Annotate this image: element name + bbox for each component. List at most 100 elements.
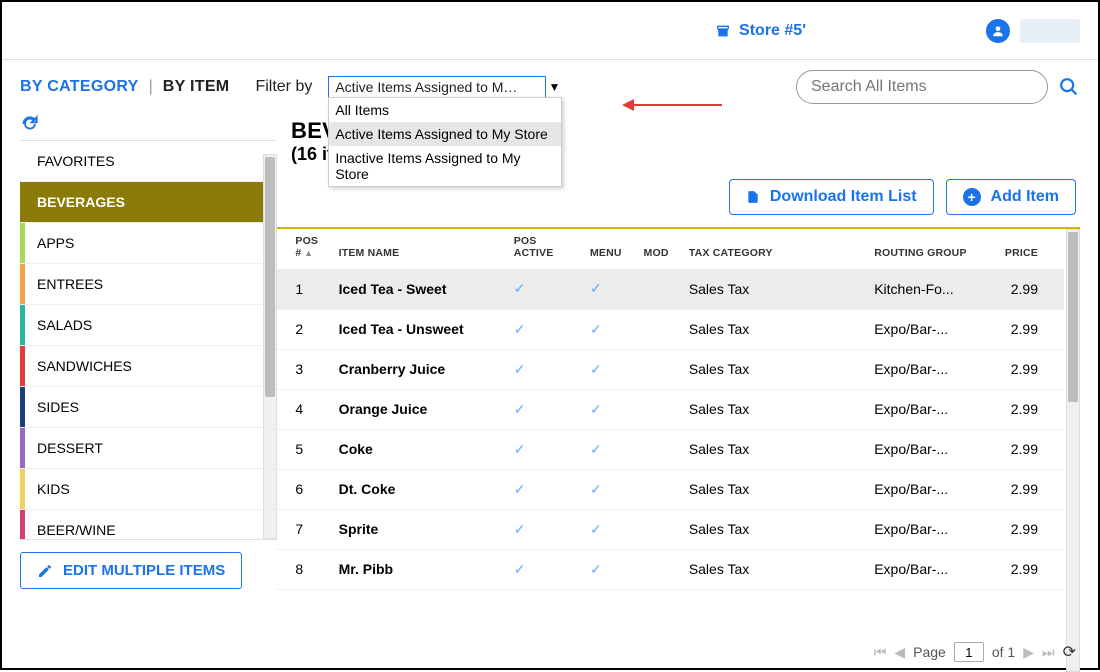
- store-selector[interactable]: Store #5': [715, 22, 806, 40]
- filter-option[interactable]: All Items: [329, 98, 561, 122]
- cell-pos-active: ✓: [508, 349, 584, 389]
- cell-item-name: Sprite: [333, 509, 508, 549]
- cell-price: 2.99: [982, 389, 1064, 429]
- col-mod[interactable]: MOD: [638, 229, 683, 269]
- pencil-icon: [37, 563, 53, 579]
- col-tax[interactable]: TAX CATEGORY: [683, 229, 868, 269]
- col-pos[interactable]: POS #: [289, 229, 332, 269]
- cell-tax: Sales Tax: [683, 269, 868, 309]
- plus-circle-icon: +: [963, 188, 981, 206]
- sidebar-category-item[interactable]: FAVORITES: [20, 141, 277, 182]
- pager-last-icon[interactable]: ⏭: [1042, 644, 1055, 661]
- main: FAVORITES BEVERAGES APPS ENTREES SALADSSANDW…: [2, 104, 1098, 672]
- col-routing[interactable]: ROUTING GROUP: [868, 229, 981, 269]
- table-header: POS # ITEM NAME POS ACTIVE MENU MOD TAX …: [277, 229, 1064, 269]
- cell-mod: [638, 429, 683, 469]
- pager-page-input[interactable]: [954, 642, 984, 662]
- table-row[interactable]: 8Mr. Pibb✓✓Sales TaxExpo/Bar-...2.99: [277, 549, 1064, 589]
- check-icon: ✓: [590, 481, 602, 497]
- user-avatar-icon[interactable]: [986, 19, 1010, 43]
- cell-pos: 4: [289, 389, 332, 429]
- table-row[interactable]: 7Sprite✓✓Sales TaxExpo/Bar-...2.99: [277, 509, 1064, 549]
- category-color-stripe: [20, 264, 25, 304]
- search-input[interactable]: [796, 70, 1048, 104]
- category-color-stripe: [20, 346, 25, 386]
- pager-refresh-icon[interactable]: ⟳: [1063, 642, 1076, 662]
- sidebar-category-item[interactable]: APPS: [20, 223, 277, 264]
- category-color-stripe: [20, 469, 25, 509]
- col-price[interactable]: PRICE: [982, 229, 1064, 269]
- sidebar-scrollbar-thumb[interactable]: [265, 157, 275, 397]
- cell-menu: ✓: [584, 549, 638, 589]
- sidebar-category-item[interactable]: BEER/WINE: [20, 510, 277, 540]
- item-table: POS # ITEM NAME POS ACTIVE MENU MOD TAX …: [277, 229, 1064, 590]
- cell-pos-active: ✓: [508, 549, 584, 589]
- sidebar-category-item[interactable]: KIDS: [20, 469, 277, 510]
- sidebar-refresh[interactable]: [20, 114, 277, 134]
- check-icon: ✓: [590, 441, 602, 457]
- col-item-name[interactable]: ITEM NAME: [333, 229, 508, 269]
- table-row[interactable]: 2Iced Tea - Unsweet✓✓Sales TaxExpo/Bar-.…: [277, 309, 1064, 349]
- download-item-list-button[interactable]: Download Item List: [729, 179, 934, 215]
- table-scrollbar-thumb[interactable]: [1068, 232, 1078, 402]
- filter-select[interactable]: Active Items Assigned to My Store: [328, 76, 546, 98]
- cell-routing: Expo/Bar-...: [868, 469, 981, 509]
- table-row[interactable]: 1Iced Tea - Sweet✓✓Sales TaxKitchen-Fo..…: [277, 269, 1064, 309]
- tab-by-category[interactable]: BY CATEGORY: [20, 78, 139, 96]
- table-row[interactable]: 5Coke✓✓Sales TaxExpo/Bar-...2.99: [277, 429, 1064, 469]
- edit-multiple-label: EDIT MULTIPLE ITEMS: [63, 562, 225, 579]
- table-row[interactable]: 6Dt. Coke✓✓Sales TaxExpo/Bar-...2.99: [277, 469, 1064, 509]
- sidebar-category-item[interactable]: ENTREES: [20, 264, 277, 305]
- tab-by-item[interactable]: BY ITEM: [163, 78, 230, 96]
- add-item-button[interactable]: + Add Item: [946, 179, 1076, 215]
- pager-next-icon[interactable]: ▶: [1023, 644, 1034, 661]
- cell-pos-active: ✓: [508, 389, 584, 429]
- check-icon: ✓: [514, 321, 526, 337]
- sidebar-category-item[interactable]: SIDES: [20, 387, 277, 428]
- check-icon: ✓: [590, 280, 602, 296]
- cell-pos: 8: [289, 549, 332, 589]
- col-menu[interactable]: MENU: [584, 229, 638, 269]
- cell-menu: ✓: [584, 509, 638, 549]
- pager-first-icon[interactable]: ⏮: [874, 644, 887, 661]
- table-row[interactable]: 3Cranberry Juice✓✓Sales TaxExpo/Bar-...2…: [277, 349, 1064, 389]
- sidebar-scrollbar[interactable]: [263, 154, 277, 539]
- sidebar-category-item[interactable]: BEVERAGES: [20, 182, 277, 223]
- category-label: BEVERAGES: [37, 194, 125, 210]
- cell-menu: ✓: [584, 389, 638, 429]
- filter-option[interactable]: Inactive Items Assigned to My Store: [329, 146, 561, 186]
- sidebar-category-item[interactable]: SANDWICHES: [20, 346, 277, 387]
- pager-prev-icon[interactable]: ◀: [894, 644, 905, 661]
- category-label: ENTREES: [37, 276, 103, 292]
- search-icon[interactable]: [1058, 76, 1080, 98]
- cell-pos-active: ✓: [508, 469, 584, 509]
- check-icon: ✓: [514, 361, 526, 377]
- sidebar-category-item[interactable]: SALADS: [20, 305, 277, 346]
- pager: ⏮ ◀ Page of 1 ▶ ⏭ ⟳: [874, 642, 1076, 662]
- cell-price: 2.99: [982, 549, 1064, 589]
- cell-item-name: Iced Tea - Sweet: [333, 269, 508, 309]
- filter-option[interactable]: Active Items Assigned to My Store: [329, 122, 561, 146]
- category-color-stripe: [20, 510, 25, 540]
- cell-price: 2.99: [982, 509, 1064, 549]
- col-pos-active[interactable]: POS ACTIVE: [508, 229, 584, 269]
- cell-pos-active: ✓: [508, 429, 584, 469]
- category-color-stripe: [20, 428, 25, 468]
- table-scrollbar[interactable]: [1066, 229, 1080, 672]
- file-icon: [746, 189, 760, 205]
- edit-multiple-button[interactable]: EDIT MULTIPLE ITEMS: [20, 552, 242, 589]
- tab-separator: |: [149, 78, 153, 96]
- check-icon: ✓: [514, 441, 526, 457]
- cell-menu: ✓: [584, 469, 638, 509]
- table-row[interactable]: 4Orange Juice✓✓Sales TaxExpo/Bar-...2.99: [277, 389, 1064, 429]
- category-color-stripe: [20, 305, 25, 345]
- cell-mod: [638, 269, 683, 309]
- search-wrap: [796, 70, 1080, 104]
- sidebar-category-item[interactable]: DESSERT: [20, 428, 277, 469]
- category-label: DESSERT: [37, 440, 103, 456]
- user-name-placeholder: [1020, 19, 1080, 43]
- filter-label: Filter by: [255, 78, 312, 96]
- cell-item-name: Iced Tea - Unsweet: [333, 309, 508, 349]
- cell-item-name: Coke: [333, 429, 508, 469]
- cell-routing: Expo/Bar-...: [868, 389, 981, 429]
